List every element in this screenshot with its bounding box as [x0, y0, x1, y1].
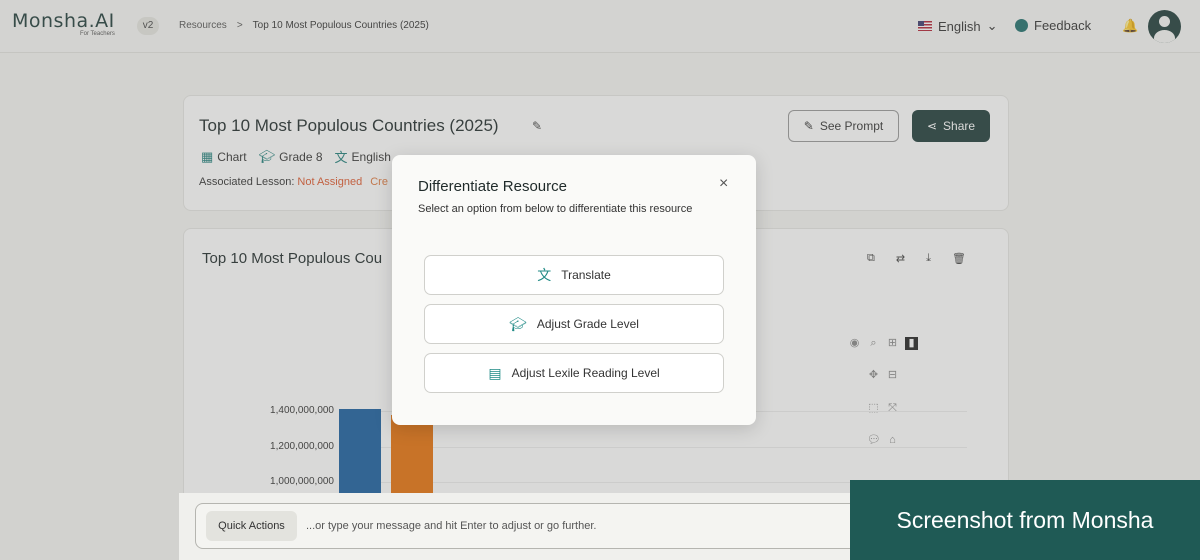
differentiate-modal: Differentiate Resource Select an option … — [392, 155, 756, 425]
adjust-lexile-option-button[interactable]: ▤ Adjust Lexile Reading Level — [424, 353, 724, 393]
adjust-grade-option-button[interactable]: 🎓︎ Adjust Grade Level — [424, 304, 724, 344]
translate-icon: 文 — [537, 267, 552, 283]
reading-level-icon: ▤ — [488, 364, 502, 381]
translate-option-button[interactable]: 文 Translate — [424, 255, 724, 295]
adjust-grade-option-label: Adjust Grade Level — [536, 317, 639, 331]
graduation-cap-icon: 🎓︎ — [509, 315, 527, 332]
modal-subtitle: Select an option from below to different… — [418, 203, 693, 215]
adjust-lexile-option-label: Adjust Lexile Reading Level — [511, 366, 660, 380]
modal-title: Differentiate Resource — [418, 178, 567, 195]
translate-option-label: Translate — [561, 268, 611, 282]
close-icon[interactable]: × — [719, 175, 728, 193]
quick-actions-button[interactable]: Quick Actions — [206, 511, 297, 541]
source-banner: Screenshot from Monsha — [850, 480, 1200, 560]
